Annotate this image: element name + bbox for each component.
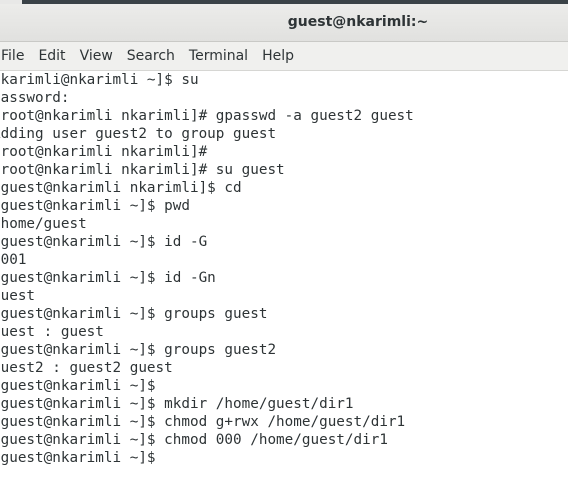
menu-edit[interactable]: Edit: [31, 42, 72, 70]
menu-view[interactable]: View: [73, 42, 120, 70]
terminal-line: [guest@nkarimli ~]$ pwd: [0, 198, 190, 214]
menu-terminal[interactable]: Terminal: [182, 42, 255, 70]
menu-bar: File Edit View Search Terminal Help: [0, 42, 568, 71]
terminal-line: [root@nkarimli nkarimli]#: [0, 144, 208, 160]
terminal-line: [guest@nkarimli ~]$ chmod g+rwx /home/gu…: [0, 414, 406, 430]
terminal-line: nkarimli@nkarimli ~]$ su: [0, 72, 199, 88]
terminal-line: [guest@nkarimli ~]$ mkdir /home/guest/di…: [0, 396, 354, 412]
terminal-line: [root@nkarimli nkarimli]# su guest: [0, 162, 285, 178]
title-bar[interactable]: guest@nkarimli:~: [0, 4, 568, 42]
menu-file[interactable]: File: [0, 42, 31, 70]
terminal-line: /home/guest: [0, 216, 87, 232]
terminal-line: [guest@nkarimli ~]$ id -G: [0, 234, 208, 250]
terminal-line: guest: [0, 288, 36, 304]
terminal-line: 1001: [0, 252, 27, 268]
menu-search[interactable]: Search: [120, 42, 182, 70]
terminal-line: guest : guest: [0, 324, 104, 340]
terminal-line: Adding user guest2 to group guest: [0, 126, 277, 142]
terminal-line: [guest@nkarimli ~]$ chmod 000 /home/gues…: [0, 432, 388, 448]
terminal-line: [guest@nkarimli ~]$: [0, 378, 156, 394]
terminal-line: [guest@nkarimli nkarimli]$ cd: [0, 180, 242, 196]
menu-help[interactable]: Help: [255, 42, 301, 70]
window-title: guest@nkarimli:~: [287, 14, 429, 30]
terminal-prompt-line: [guest@nkarimli ~]$: [0, 449, 414, 467]
terminal-line: [guest@nkarimli ~]$ groups guest2: [0, 342, 277, 358]
terminal-line: guest2 : guest2 guest: [0, 360, 173, 376]
terminal-line: [guest@nkarimli ~]$ groups guest: [0, 306, 268, 322]
terminal-line: [root@nkarimli nkarimli]# gpasswd -a gue…: [0, 108, 414, 124]
terminal-output[interactable]: nkarimli@nkarimli ~]$ su Password: [root@n…: [0, 71, 568, 486]
terminal-cursor: [165, 449, 173, 464]
terminal-lines: nkarimli@nkarimli ~]$ su Password: [root@n…: [0, 71, 414, 467]
terminal-line: [guest@nkarimli ~]$ id -Gn: [0, 270, 216, 286]
terminal-window: guest@nkarimli:~ File Edit View Search T…: [0, 0, 568, 486]
terminal-line: Password:: [0, 90, 70, 106]
